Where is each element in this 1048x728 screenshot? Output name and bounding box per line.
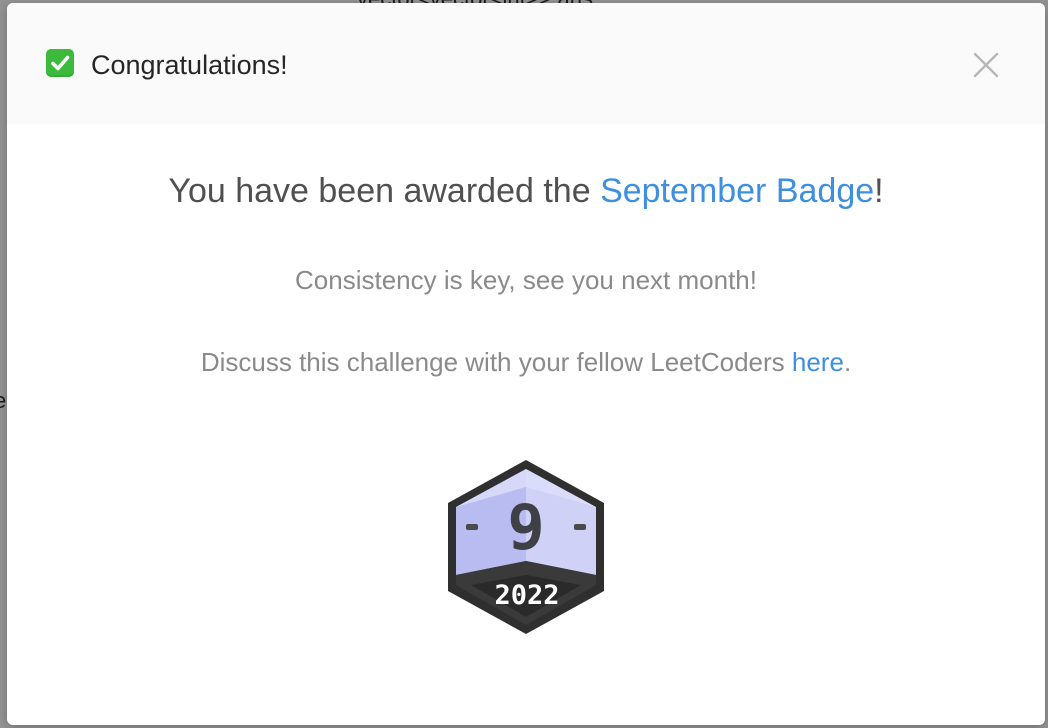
dialog-body: You have been awarded the September Badg… (7, 124, 1045, 725)
badge-year: 2022 (494, 580, 559, 611)
award-prefix: You have been awarded the (168, 172, 601, 210)
september-badge-link[interactable]: September Badge (600, 172, 874, 210)
badge-icon: 9 2022 (448, 460, 604, 634)
check-mark-icon (46, 49, 74, 77)
discuss-here-link[interactable]: here (792, 347, 844, 377)
award-suffix: ! (874, 172, 884, 210)
award-message: You have been awarded the September Badg… (7, 170, 1045, 212)
consistency-message: Consistency is key, see you next month! (295, 265, 757, 295)
dialog-title: Congratulations! (91, 50, 288, 80)
september-badge-image: 9 2022 (441, 457, 611, 637)
congratulations-dialog: Congratulations! You have been awarded t… (7, 3, 1045, 725)
dialog-header: Congratulations! (7, 3, 1045, 124)
discuss-message: Discuss this challenge with your fellow … (7, 345, 1045, 379)
discuss-prefix: Discuss this challenge with your fellow … (200, 347, 792, 377)
close-icon[interactable] (971, 50, 1001, 80)
discuss-suffix: . (843, 347, 852, 377)
badge-number: 9 (507, 491, 544, 564)
